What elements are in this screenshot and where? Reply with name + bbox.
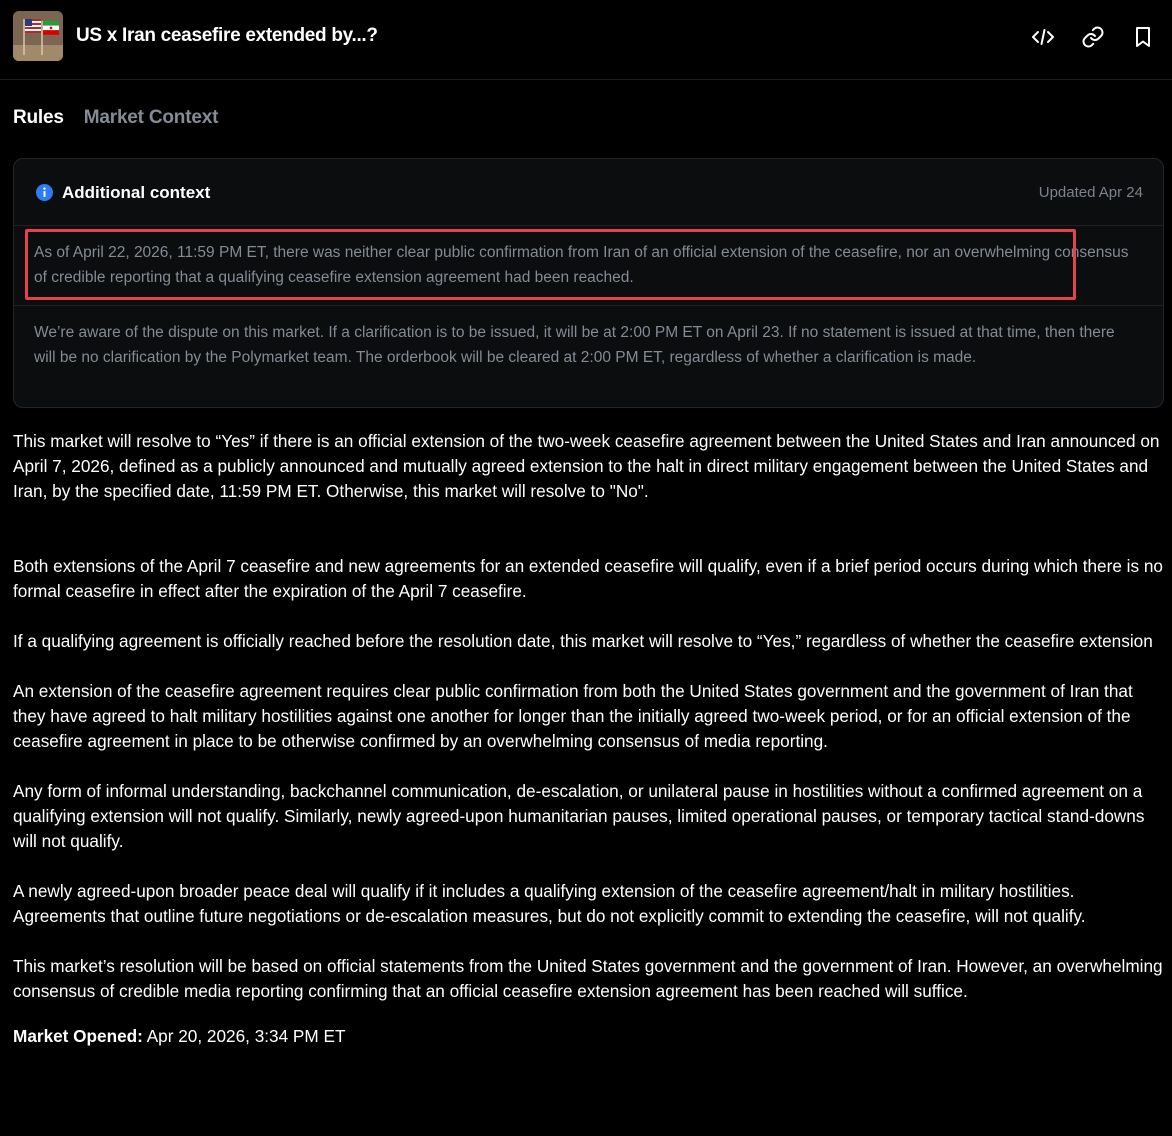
market-opened: Market Opened: Apr 20, 2026, 3:34 PM ET [13,1024,1163,1049]
market-title: US x Iran ceasefire extended by...? [76,25,378,46]
embed-code-icon[interactable] [1030,24,1056,50]
rules-paragraph: If a qualifying agreement is officially … [13,631,1153,651]
rules-paragraph: Any form of informal understanding, back… [13,781,1145,851]
market-opened-label: Market Opened: [13,1026,143,1046]
info-icon [36,184,53,201]
us-iran-flags-image [13,11,63,61]
market-thumbnail [13,11,63,61]
rules-paragraph: This market’s resolution will be based o… [13,956,1163,1001]
bookmark-icon[interactable] [1130,24,1156,50]
context-updated-date: Updated Apr 24 [1038,184,1143,201]
rules-body: This market will resolve to “Yes” if the… [13,429,1163,1049]
tab-rules[interactable]: Rules [13,107,64,135]
tab-bar: Rules Market Context [13,107,218,135]
divider [14,225,1163,226]
context-paragraph-2: We’re aware of the dispute on this marke… [34,324,1115,366]
market-opened-value: Apr 20, 2026, 3:34 PM ET [146,1026,346,1046]
rules-paragraph: An extension of the ceasefire agreement … [13,681,1133,751]
rules-paragraph: A newly agreed-upon broader peace deal w… [13,881,1086,926]
divider [14,305,1163,306]
rules-paragraph: Both extensions of the April 7 ceasefire… [13,556,1163,601]
market-header: US x Iran ceasefire extended by...? [0,0,1172,80]
tab-market-context[interactable]: Market Context [84,107,219,135]
link-icon[interactable] [1080,24,1106,50]
context-title: Additional context [62,183,211,202]
context-header: Additional context Updated Apr 24 [14,159,1163,225]
rules-paragraph: This market will resolve to “Yes” if the… [13,431,1160,501]
additional-context-card: Additional context Updated Apr 24 As of … [13,158,1164,408]
highlight-annotation-box [25,229,1076,300]
clipped-line [13,529,1163,554]
